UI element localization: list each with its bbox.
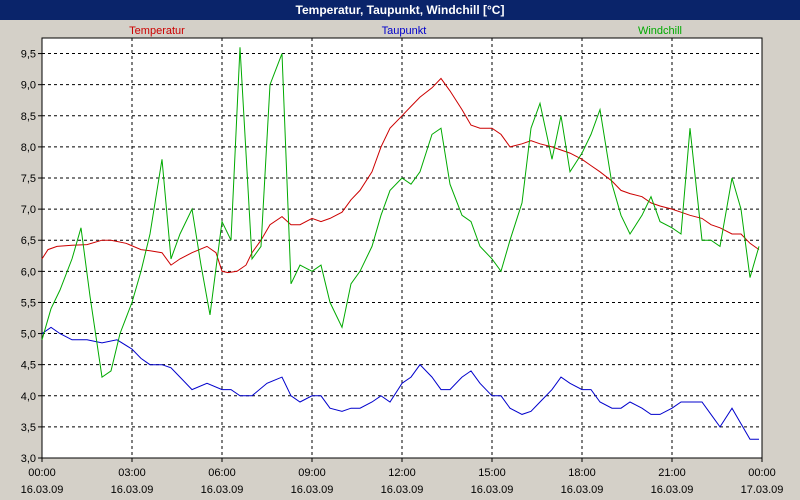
y-tick-label: 5,5: [21, 297, 36, 309]
x-tick-time: 15:00: [478, 467, 506, 479]
x-tick-time: 21:00: [658, 467, 686, 479]
x-tick-date: 16.03.09: [201, 484, 244, 496]
chart-window: Temperatur, Taupunkt, Windchill [°C] 3,0…: [0, 0, 800, 500]
x-tick-time: 18:00: [568, 467, 596, 479]
y-tick-label: 6,0: [21, 266, 36, 278]
y-axis: 3,0 3,5 4,0 4,5 5,0 5,5 6,0 6,5 7,0 7,5 8,0 8,5 9,0 9…: [21, 49, 42, 465]
x-tick-date: 16.03.09: [471, 484, 514, 496]
x-tick-date: 16.03.09: [291, 484, 334, 496]
line-chart: 3,0 3,5 4,0 4,5 5,0 5,5 6,0 6,5 7,0 7,5 8,0 8,5 9,0 9…: [21, 25, 784, 496]
y-tick-label: 7,0: [21, 204, 36, 216]
x-tick-date: 16.03.09: [111, 484, 154, 496]
legend: Temperatur Taupunkt Windchill: [129, 25, 682, 37]
x-tick-date: 17.03.09: [741, 484, 784, 496]
y-tick-label: 3,5: [21, 422, 36, 434]
legend-entry-windchill: Windchill: [638, 25, 682, 37]
legend-entry-temperatur: Temperatur: [129, 25, 185, 37]
x-tick-time: 12:00: [388, 467, 416, 479]
x-tick-date: 16.03.09: [561, 484, 604, 496]
y-tick-label: 9,5: [21, 49, 36, 61]
y-tick-label: 6,5: [21, 235, 36, 247]
y-tick-label: 5,0: [21, 329, 36, 341]
legend-entry-taupunkt: Taupunkt: [382, 25, 427, 37]
x-tick-date: 16.03.09: [381, 484, 424, 496]
x-tick-time: 03:00: [118, 467, 146, 479]
y-tick-label: 4,0: [21, 391, 36, 403]
y-tick-label: 8,0: [21, 142, 36, 154]
y-tick-label: 3,0: [21, 453, 36, 465]
y-tick-label: 4,5: [21, 360, 36, 372]
x-axis: 00:00 16.03.09 03:00 16.03.09 06:00 16.03.09 0…: [21, 458, 784, 496]
y-tick-label: 8,5: [21, 111, 36, 123]
y-tick-label: 9,0: [21, 80, 36, 92]
x-tick-time: 09:00: [298, 467, 326, 479]
x-tick-date: 16.03.09: [651, 484, 694, 496]
x-tick-time: 00:00: [748, 467, 776, 479]
x-tick-time: 06:00: [208, 467, 236, 479]
x-tick-date: 16.03.09: [21, 484, 64, 496]
y-tick-label: 7,5: [21, 173, 36, 185]
x-tick-time: 00:00: [28, 467, 56, 479]
